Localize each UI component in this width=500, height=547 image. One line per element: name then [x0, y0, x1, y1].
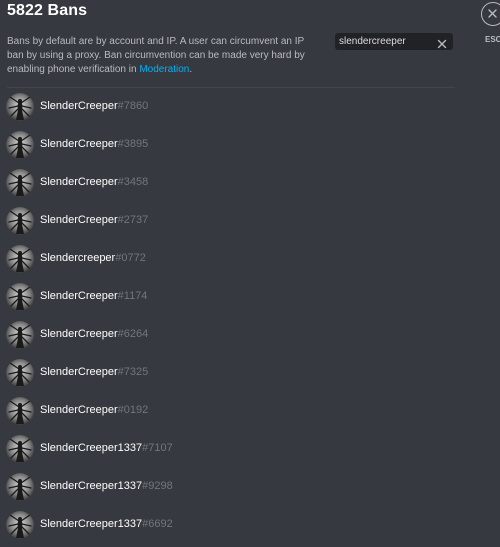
esc-label: ESC — [485, 35, 500, 44]
username-text: SlenderCreeper1337 — [40, 518, 143, 530]
username-text: SlenderCreeper — [40, 100, 118, 112]
divider — [7, 87, 455, 88]
discriminator-text: #0772 — [115, 252, 146, 264]
ban-username: SlenderCreeper#7860 — [40, 100, 148, 112]
discriminator-text: #7107 — [142, 442, 173, 454]
ban-username: SlenderCreeper#6264 — [40, 328, 148, 340]
discriminator-text: #0192 — [117, 404, 149, 416]
avatar — [6, 435, 34, 463]
ban-description: Bans by default are by account and IP. A… — [7, 35, 317, 77]
search-box — [335, 33, 453, 50]
ban-row[interactable]: SlenderCreeper#6264 — [5, 319, 455, 357]
discriminator-text: #1174 — [117, 290, 148, 302]
close-x-icon[interactable] — [436, 35, 448, 49]
avatar — [6, 321, 34, 349]
ban-username: SlenderCreeper#3895 — [40, 138, 148, 150]
avatar — [6, 207, 34, 235]
discriminator-text: #9298 — [142, 480, 173, 492]
ban-username: SlenderCreeper1337#7107 — [40, 442, 173, 454]
username-text: SlenderCreeper — [40, 176, 118, 188]
username-text: SlenderCreeper — [40, 366, 118, 378]
page-title: 5822 Bans — [7, 2, 88, 19]
username-text: SlenderCreeper1337 — [40, 442, 143, 454]
ban-row[interactable]: SlenderCreeper#0192 — [5, 395, 455, 433]
discriminator-text: #3458 — [117, 176, 149, 188]
avatar — [6, 245, 34, 273]
avatar — [6, 131, 34, 159]
ban-row[interactable]: SlenderCreeper#7860 — [5, 91, 455, 129]
discriminator-text: #6692 — [142, 518, 173, 530]
ban-username: SlenderCreeper#1174 — [40, 290, 147, 302]
username-text: SlenderCreeper1337 — [40, 480, 143, 492]
discriminator-text: #3895 — [117, 138, 149, 150]
discriminator-text: #6264 — [117, 328, 149, 340]
ban-list: SlenderCreeper#7860 SlenderCreeper#3895 Sl… — [5, 91, 455, 547]
discriminator-text: #7860 — [117, 100, 149, 112]
ban-row[interactable]: SlenderCreeper1337#7107 — [5, 433, 455, 471]
ban-username: SlenderCreeper#7325 — [40, 366, 148, 378]
ban-username: SlenderCreeper#0192 — [40, 404, 148, 416]
ban-row[interactable]: SlenderCreeper1337#6692 — [5, 509, 455, 547]
avatar — [6, 359, 34, 387]
avatar — [6, 283, 34, 311]
avatar — [6, 397, 34, 425]
username-text: SlenderCreeper — [40, 290, 118, 302]
moderation-link[interactable]: Moderation — [139, 64, 189, 75]
avatar — [6, 93, 34, 121]
avatar — [6, 169, 34, 197]
avatar — [6, 473, 34, 501]
username-text: SlenderCreeper — [40, 328, 118, 340]
description-end: . — [189, 64, 193, 75]
ban-username: SlenderCreeper1337#9298 — [40, 480, 173, 492]
ban-row[interactable]: SlenderCreeper#1174 — [5, 281, 455, 319]
username-text: Slendercreeper — [40, 252, 116, 264]
ban-row[interactable]: SlenderCreeper1337#9298 — [5, 471, 455, 509]
ban-row[interactable]: SlenderCreeper#3895 — [5, 129, 455, 167]
ban-row[interactable]: SlenderCreeper#7325 — [5, 357, 455, 395]
discriminator-text: #2737 — [117, 214, 149, 226]
search-input[interactable] — [339, 34, 431, 49]
username-text: SlenderCreeper — [40, 138, 118, 150]
ban-username: Slendercreeper#0772 — [40, 252, 146, 264]
ban-username: SlenderCreeper#2737 — [40, 214, 148, 226]
avatar — [6, 511, 34, 539]
ban-row[interactable]: SlenderCreeper#3458 — [5, 167, 455, 205]
close-circle-icon — [481, 2, 500, 26]
discriminator-text: #7325 — [117, 366, 149, 378]
close-button[interactable] — [481, 0, 500, 30]
ban-row[interactable]: SlenderCreeper#2737 — [5, 205, 455, 243]
ban-username: SlenderCreeper1337#6692 — [40, 518, 173, 530]
ban-row[interactable]: Slendercreeper#0772 — [5, 243, 455, 281]
username-text: SlenderCreeper — [40, 404, 118, 416]
username-text: SlenderCreeper — [40, 214, 118, 226]
ban-username: SlenderCreeper#3458 — [40, 176, 148, 188]
